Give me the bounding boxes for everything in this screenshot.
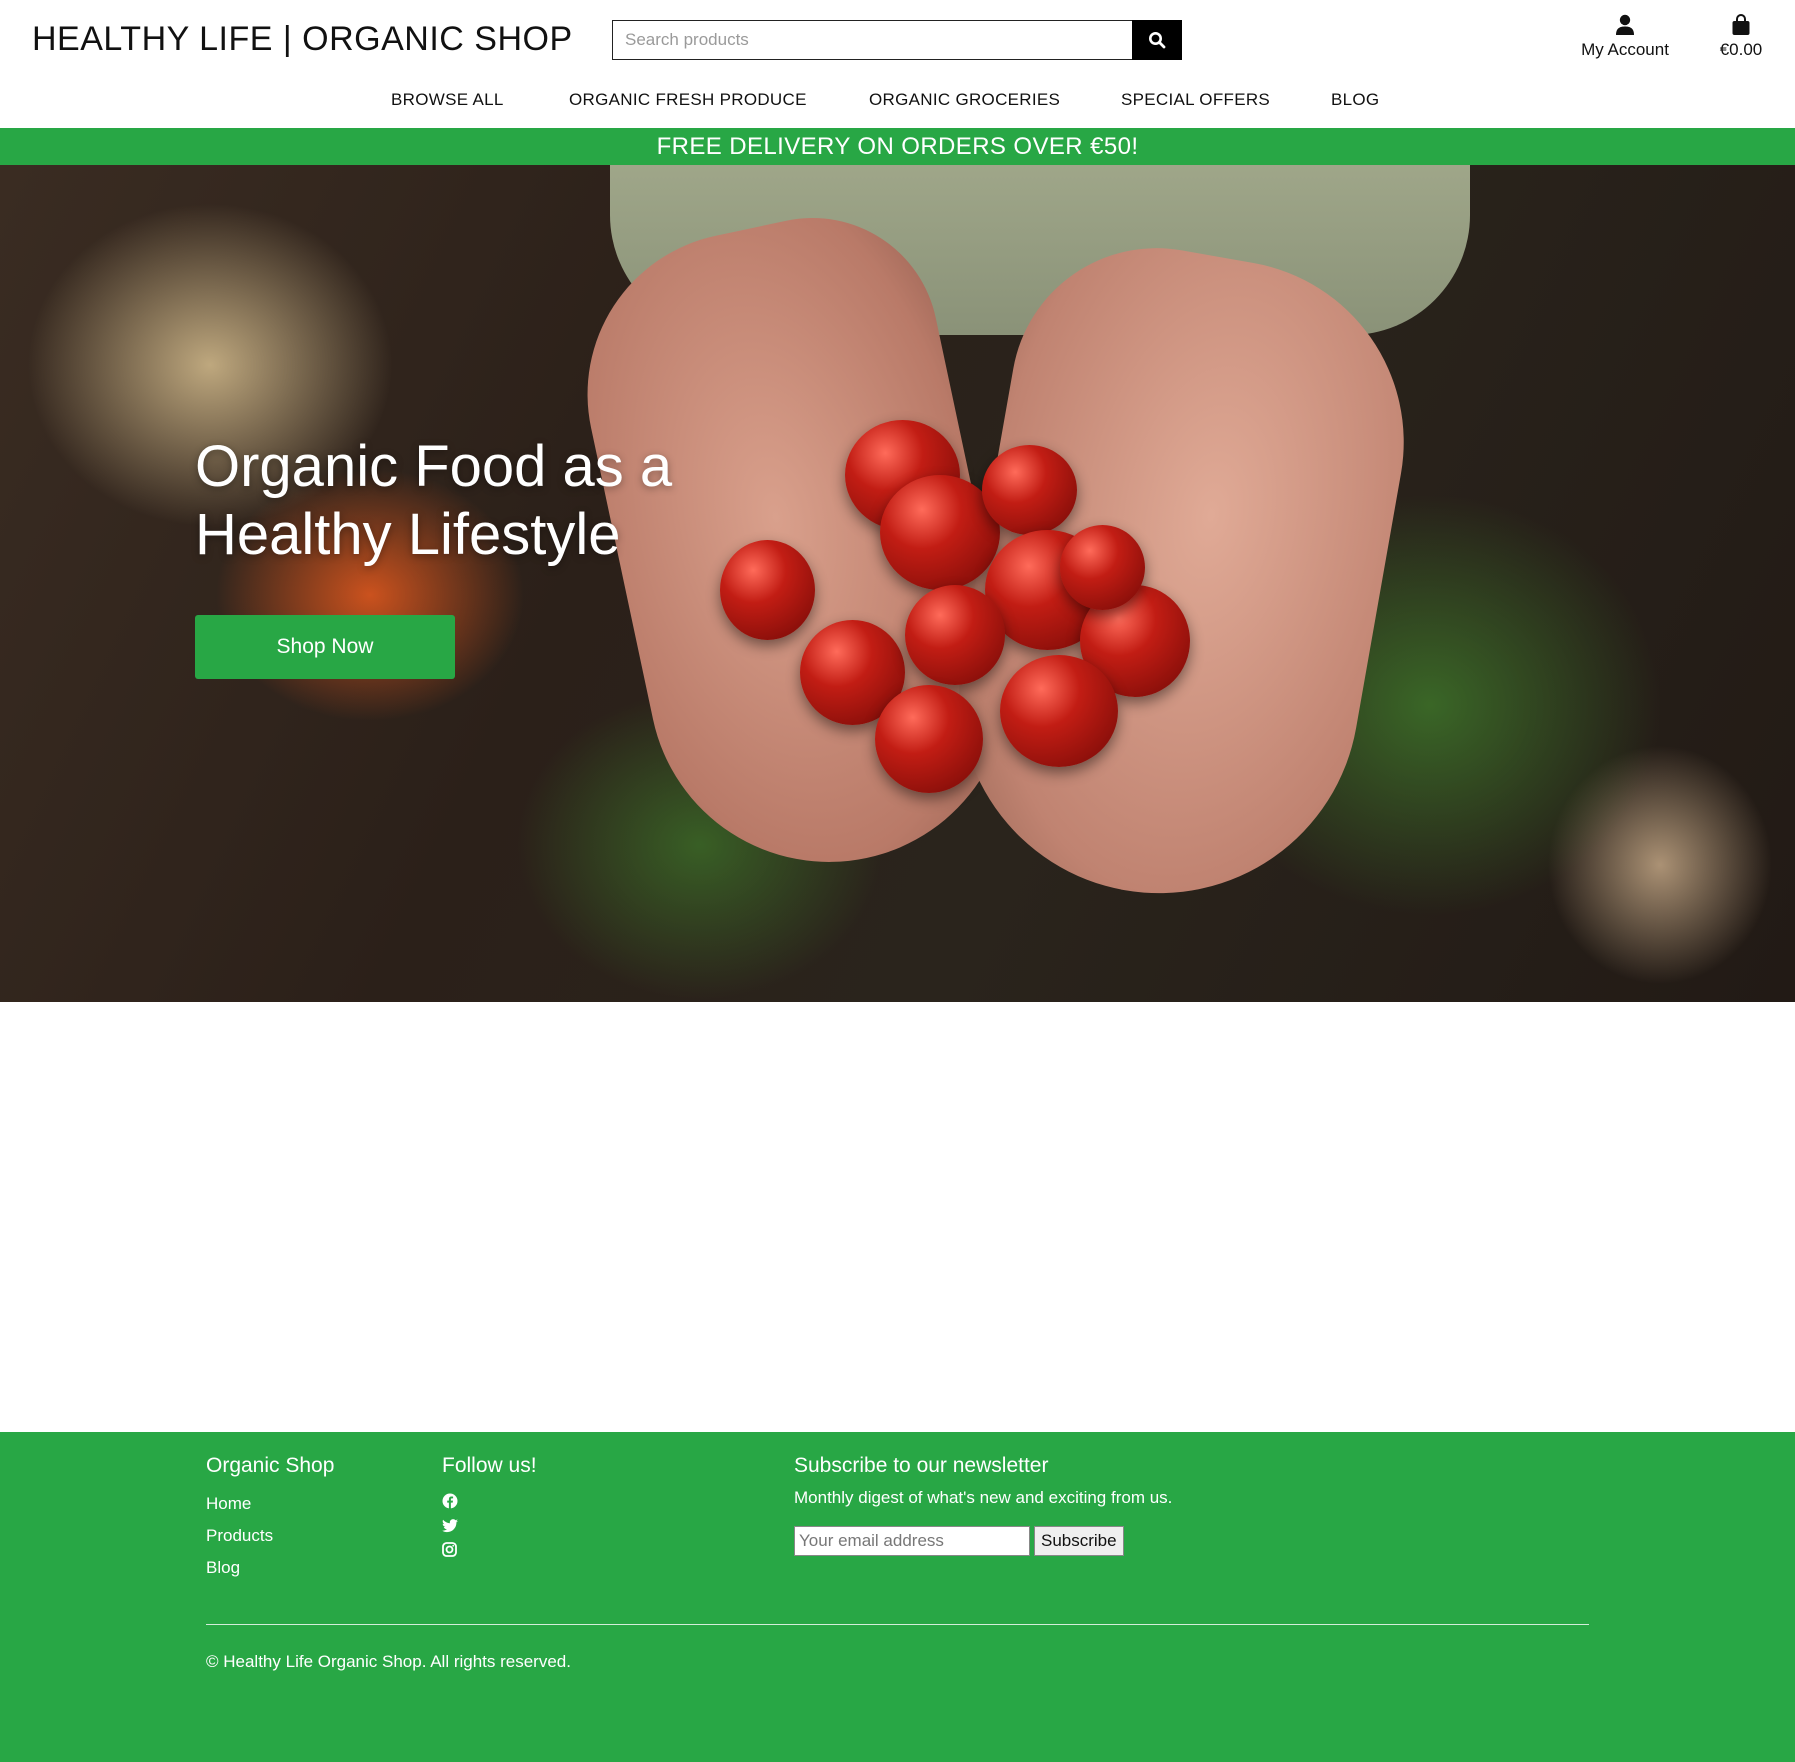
footer-divider (206, 1624, 1589, 1625)
shopping-bag-icon (1732, 14, 1750, 35)
shop-now-button[interactable]: Shop Now (195, 615, 455, 679)
facebook-icon (442, 1493, 458, 1509)
hero-title: Organic Food as a Healthy Lifestyle (195, 433, 672, 569)
facebook-link[interactable] (442, 1488, 460, 1509)
twitter-icon (442, 1519, 458, 1533)
cart-link[interactable]: €0.00 (1706, 14, 1776, 60)
instagram-icon (442, 1542, 457, 1557)
hero-title-line-2: Healthy Lifestyle (195, 502, 621, 567)
footer-shop-heading: Organic Shop (206, 1454, 335, 1477)
copyright-text: © Healthy Life Organic Shop. All rights … (206, 1652, 571, 1671)
footer-link-blog[interactable]: Blog (206, 1552, 334, 1584)
hero-image-tomato (720, 540, 815, 640)
hero-image-tomato (905, 585, 1005, 685)
nav-blog[interactable]: BLOG (1331, 90, 1379, 110)
search-bar (612, 20, 1182, 60)
user-icon (1616, 14, 1634, 35)
instagram-link[interactable] (442, 1536, 460, 1557)
search-button[interactable] (1132, 20, 1182, 60)
twitter-link[interactable] (442, 1512, 460, 1533)
footer-newsletter-column: Subscribe to our newsletter Monthly dige… (794, 1454, 1172, 1556)
hero-image-tomato (1000, 655, 1118, 767)
footer-link-home[interactable]: Home (206, 1488, 334, 1520)
subscribe-button[interactable]: Subscribe (1034, 1526, 1124, 1556)
site-logo[interactable]: HEALTHY LIFE | ORGANIC SHOP (32, 20, 573, 59)
search-input[interactable] (612, 20, 1132, 60)
search-icon (1149, 32, 1166, 49)
hero-banner: Organic Food as a Healthy Lifestyle Shop… (0, 165, 1795, 1002)
cart-total: €0.00 (1719, 40, 1763, 59)
site-header: HEALTHY LIFE | ORGANIC SHOP My Account €… (0, 0, 1795, 128)
hero-image-tomato (875, 685, 983, 793)
site-footer: Organic Shop Home Products Blog Follow u… (0, 1432, 1795, 1762)
footer-shop-column: Organic Shop Home Products Blog (206, 1454, 334, 1584)
newsletter-heading: Subscribe to our newsletter (794, 1454, 1049, 1477)
newsletter-form: Subscribe (794, 1526, 1172, 1556)
main-nav: BROWSE ALL ORGANIC FRESH PRODUCE ORGANIC… (0, 88, 1795, 118)
newsletter-description: Monthly digest of what's new and excitin… (794, 1488, 1173, 1507)
footer-follow-column: Follow us! (442, 1454, 537, 1560)
newsletter-email-input[interactable] (794, 1526, 1030, 1556)
my-account-label: My Account (1581, 40, 1669, 59)
nav-organic-groceries[interactable]: ORGANIC GROCERIES (869, 90, 1060, 110)
hero-image-tomato (1060, 525, 1145, 610)
nav-browse-all[interactable]: BROWSE ALL (391, 90, 504, 110)
my-account-link[interactable]: My Account (1565, 14, 1685, 60)
hero-image-tomato (982, 445, 1077, 535)
nav-special-offers[interactable]: SPECIAL OFFERS (1121, 90, 1270, 110)
hero-title-line-1: Organic Food as a (195, 434, 673, 499)
free-delivery-banner: FREE DELIVERY ON ORDERS OVER €50! (0, 128, 1795, 165)
nav-organic-fresh-produce[interactable]: ORGANIC FRESH PRODUCE (569, 90, 807, 110)
footer-follow-heading: Follow us! (442, 1454, 537, 1477)
footer-link-products[interactable]: Products (206, 1520, 334, 1552)
